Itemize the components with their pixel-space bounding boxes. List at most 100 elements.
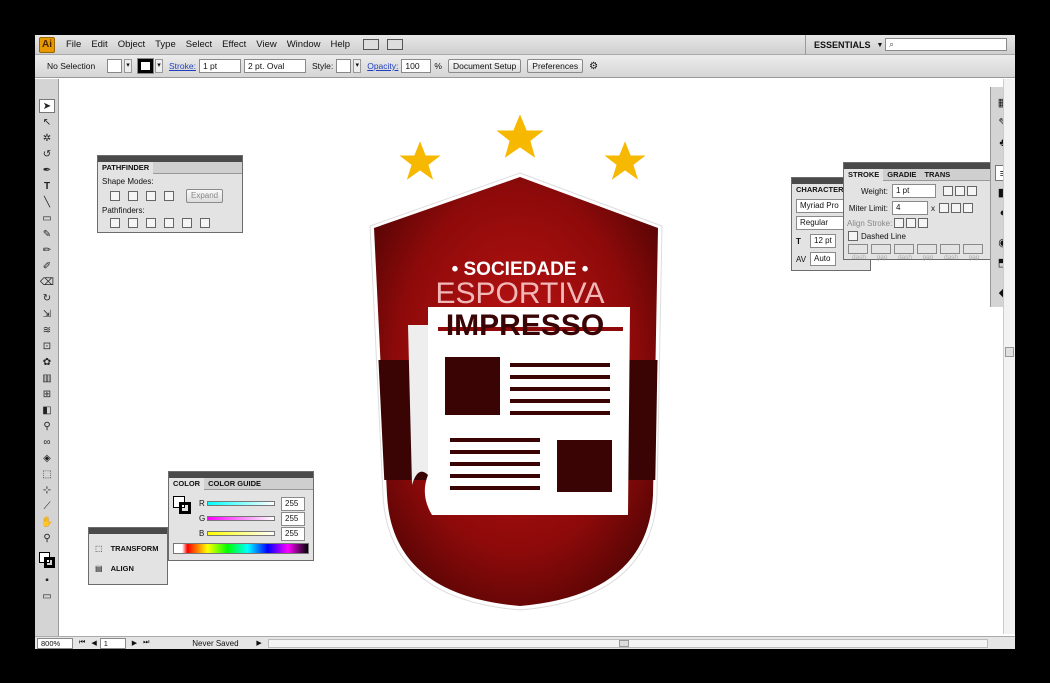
h-scroll-thumb[interactable] [618,639,629,647]
font-size-field[interactable]: 12 pt [810,234,836,248]
horizontal-scrollbar[interactable] [267,638,988,648]
magic-wand-tool-icon[interactable]: ✲ [39,132,55,146]
align-outside-icon[interactable] [918,218,929,228]
fill-dropdown[interactable]: ▾ [124,59,132,73]
lasso-tool-icon[interactable]: ↺ [39,148,55,162]
merge-icon[interactable] [146,218,156,228]
menu-file[interactable]: File [61,39,86,50]
opacity-field[interactable]: 100 [401,59,432,73]
preferences-button[interactable]: Preferences [527,59,584,73]
menu-type[interactable]: Type [150,39,181,50]
stroke-swatch[interactable] [137,58,154,74]
value-r[interactable]: 255 [281,496,305,511]
slider-b[interactable] [207,531,275,536]
fill-stroke-indicator[interactable] [173,496,191,514]
arrange-icon[interactable]: ⚙ [589,61,598,72]
screen-mode-icon[interactable]: ▭ [39,590,55,604]
cap-round-icon[interactable] [955,186,965,196]
blob-brush-tool-icon[interactable]: ✐ [39,260,55,274]
tab-gradient[interactable]: GRADIE [883,169,920,181]
rotate-tool-icon[interactable]: ↻ [39,292,55,306]
bridge-icon[interactable] [363,39,380,50]
unite-icon[interactable] [110,191,120,201]
next-artboard-icon[interactable]: ▶ [132,639,137,647]
free-transform-tool-icon[interactable]: ⊡ [39,340,55,354]
minus-front-icon[interactable] [128,191,138,201]
graph-tool-icon[interactable]: ▥ [39,372,55,386]
artboard-field[interactable]: 1 [99,637,126,649]
search-input[interactable]: ⌕ [885,38,1007,51]
opacity-link[interactable]: Opacity: [367,61,398,71]
tab-color-guide[interactable]: COLOR GUIDE [204,478,265,490]
align-center-icon[interactable] [894,218,905,228]
document-setup-button[interactable]: Document Setup [447,59,522,73]
style-dropdown[interactable]: ▾ [353,59,362,73]
tab-transparency[interactable]: TRANS [920,169,954,181]
hand-tool-icon[interactable]: ✋ [39,516,55,530]
dash-field-1[interactable] [848,244,868,254]
value-g[interactable]: 255 [281,511,305,526]
eraser-tool-icon[interactable]: ⌫ [39,276,55,290]
expand-button[interactable]: Expand [186,189,224,203]
blend-tool-icon[interactable]: ∞ [39,436,55,450]
symbol-sprayer-tool-icon[interactable]: ✿ [39,356,55,370]
warp-tool-icon[interactable]: ≋ [39,324,55,338]
join-miter-icon[interactable] [939,203,949,213]
outline-icon[interactable] [182,218,192,228]
live-paint-selection-tool-icon[interactable]: ⬚ [39,468,55,482]
direct-selection-tool-icon[interactable]: ↖ [39,116,55,130]
gap-field-1[interactable] [871,244,891,254]
intersect-icon[interactable] [146,191,156,201]
mesh-tool-icon[interactable]: ⊞ [39,388,55,402]
type-tool-icon[interactable]: T [39,180,55,194]
slider-r[interactable] [207,501,275,506]
scroll-thumb[interactable] [1005,347,1014,357]
tab-color[interactable]: COLOR [169,477,205,490]
align-item[interactable]: ▤ ALIGN [89,558,167,578]
trim-icon[interactable] [128,218,138,228]
first-artboard-icon[interactable]: ⏮ [79,639,85,647]
color-mode-icon[interactable]: ▪ [39,574,55,588]
menu-edit[interactable]: Edit [86,39,112,50]
line-tool-icon[interactable]: ╲ [39,196,55,210]
stroke-dropdown[interactable]: ▾ [155,59,163,73]
style-swatch[interactable] [336,59,352,73]
value-b[interactable]: 255 [281,526,305,541]
menu-window[interactable]: Window [282,39,326,50]
join-round-icon[interactable] [951,203,961,213]
miter-field[interactable]: 4 [892,201,928,215]
zoom-field[interactable]: 800% [37,637,73,649]
tab-stroke[interactable]: STROKE [844,168,884,181]
menu-help[interactable]: Help [326,39,356,50]
align-inside-icon[interactable] [906,218,917,228]
menu-effect[interactable]: Effect [217,39,251,50]
stroke-link[interactable]: Stroke: [169,61,196,71]
vertical-scrollbar[interactable] [1003,79,1015,634]
pen-tool-icon[interactable]: ✒ [39,164,55,178]
weight-field[interactable]: 1 pt [892,184,936,198]
color-spectrum[interactable] [173,543,309,554]
status-menu-icon[interactable]: ▶ [256,639,261,647]
selection-tool-icon[interactable]: ➤ [39,99,55,113]
gap-field-3[interactable] [963,244,983,254]
menu-view[interactable]: View [251,39,281,50]
divide-icon[interactable] [110,218,120,228]
scale-tool-icon[interactable]: ⇲ [39,308,55,322]
slice-tool-icon[interactable]: ⟋ [39,500,55,514]
tab-character[interactable]: CHARACTER [792,183,848,196]
cap-square-icon[interactable] [967,186,977,196]
menu-select[interactable]: Select [181,39,217,50]
fill-stroke-swatches-icon[interactable] [39,552,55,568]
artboard-tool-icon[interactable]: ⊹ [39,484,55,498]
pencil-tool-icon[interactable]: ✏ [39,244,55,258]
crop-icon[interactable] [164,218,174,228]
minus-back-icon[interactable] [200,218,210,228]
brush-field[interactable]: 2 pt. Oval [243,59,306,73]
dash-field-2[interactable] [894,244,914,254]
arrange-documents-icon[interactable] [387,39,404,50]
gap-field-2[interactable] [917,244,937,254]
dash-field-3[interactable] [940,244,960,254]
zoom-tool-icon[interactable]: ⚲ [39,532,55,546]
transform-item[interactable]: ⬚ TRANSFORM [89,538,167,558]
fill-swatch[interactable] [107,59,122,73]
